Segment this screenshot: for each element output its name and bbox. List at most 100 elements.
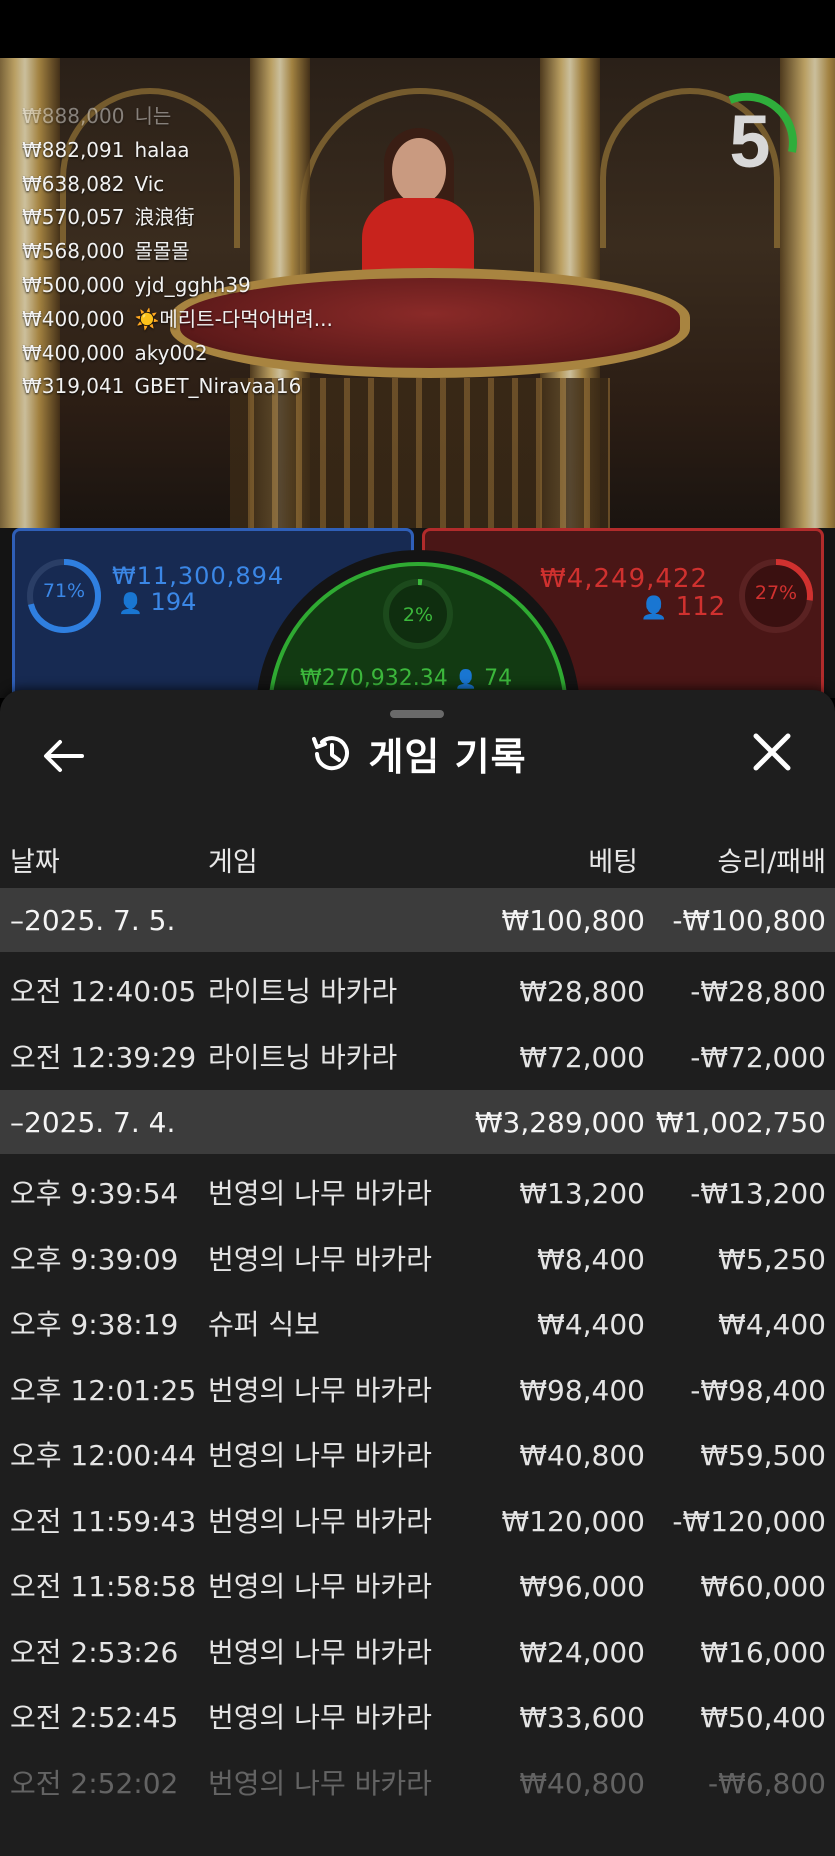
column-header-result: 승리/패배 [717, 847, 826, 878]
row-game: 라이트닝 바카라 [208, 1040, 398, 1074]
close-button[interactable] [750, 730, 794, 774]
row-game: 번영의 나무 바카라 [208, 1439, 432, 1472]
leaderboard-player-name: aky002 [134, 340, 208, 365]
row-result: ₩50,400 [700, 1701, 826, 1734]
row-game: 슈퍼 식보 [208, 1308, 320, 1341]
winners-leaderboard: ₩888,000 니는 ₩882,091 halaa ₩638,082 Vic ₩570,0… [22, 100, 382, 404]
row-time: 오전 2:53:26 [10, 1635, 179, 1669]
countdown-value: 5 [729, 100, 771, 183]
close-icon [753, 733, 791, 771]
bet-area: 71% ₩11,300,894 👤 194 27% ₩4,249,422 👤 1… [0, 528, 835, 862]
table-row[interactable]: 오후 9:38:19 슈퍼 식보 ₩4,400 ₩4,400 [0, 1292, 835, 1358]
group-result-total: -₩100,800 [672, 904, 826, 937]
row-bet: ₩24,000 [519, 1635, 645, 1669]
leaderboard-row: ₩500,000 yjd_gghh39 [22, 269, 382, 303]
group-date: –2025. 7. 5. [10, 904, 176, 937]
row-game: 번영의 나무 바카라 [208, 1701, 432, 1734]
row-time: 오후 12:01:25 [10, 1373, 197, 1407]
group-result-total: ₩1,002,750 [655, 1106, 826, 1139]
row-game: 번영의 나무 바카라 [208, 1570, 432, 1603]
dealer-face [392, 138, 446, 204]
table-row[interactable]: 오전 2:52:02 번영의 나무 바카라 ₩40,800 -₩6,800 [0, 1751, 835, 1817]
leaderboard-row: ₩638,082 Vic [22, 168, 382, 202]
leaderboard-amount: ₩882,091 [22, 137, 125, 162]
row-game: 번영의 나무 바카라 [208, 1177, 432, 1210]
row-game: 번영의 나무 바카라 [208, 1242, 432, 1276]
row-result: ₩16,000 [700, 1635, 826, 1669]
row-result: ₩59,500 [700, 1439, 826, 1472]
row-spacer [0, 952, 835, 959]
row-result: -₩28,800 [690, 975, 826, 1008]
row-result: ₩4,400 [718, 1308, 826, 1341]
group-bet-total: ₩100,800 [501, 904, 645, 937]
column-header-game: 게임 [208, 847, 258, 878]
row-game: 번영의 나무 바카라 [208, 1766, 432, 1800]
table-row[interactable]: 오전 12:39:29 라이트닝 바카라 ₩72,000 -₩72,000 [0, 1025, 835, 1091]
leaderboard-row: ₩568,000 몰몰몰 [22, 235, 382, 269]
row-result: -₩13,200 [690, 1177, 826, 1210]
history-icon [312, 735, 350, 770]
leaderboard-amount: ₩500,000 [22, 272, 125, 297]
row-time: 오후 9:38:19 [10, 1308, 179, 1341]
leaderboard-amount: ₩568,000 [22, 239, 125, 264]
row-result: ₩5,250 [718, 1242, 826, 1276]
table-row[interactable]: 오전 11:59:43 번영의 나무 바카라 ₩120,000 -₩120,000 [0, 1489, 835, 1555]
row-time: 오후 9:39:54 [10, 1177, 179, 1210]
row-game: 번영의 나무 바카라 [208, 1373, 432, 1407]
leaderboard-player-name: yjd_gghh39 [134, 272, 251, 297]
leaderboard-row: ₩882,091 halaa [22, 134, 382, 168]
column-header-date: 날짜 [10, 847, 60, 878]
leaderboard-amount: ₩319,041 [22, 374, 125, 399]
row-bet: ₩4,400 [537, 1308, 645, 1341]
row-bet: ₩72,000 [519, 1040, 645, 1074]
table-row[interactable]: 오전 2:53:26 번영의 나무 바카라 ₩24,000 ₩16,000 [0, 1620, 835, 1686]
history-table: –2025. 7. 5. ₩100,800 -₩100,800 오전 12:40:05… [0, 888, 835, 1816]
table-row[interactable]: 오후 9:39:09 번영의 나무 바카라 ₩8,400 ₩5,250 [0, 1227, 835, 1293]
row-result: -₩98,400 [690, 1373, 826, 1407]
leaderboard-player-name: GBET_Niravaa16 [134, 374, 302, 399]
row-bet: ₩98,400 [519, 1373, 645, 1407]
leaderboard-player-name: ☀️메리트-다먹어버려... [134, 306, 333, 331]
user-icon: 👤 [454, 669, 478, 690]
row-time: 오전 11:58:58 [10, 1570, 197, 1603]
row-time: 오전 12:39:29 [10, 1040, 197, 1074]
countdown-timer: 5 [700, 92, 800, 192]
row-time: 오전 2:52:02 [10, 1766, 179, 1800]
row-result: -₩72,000 [690, 1040, 826, 1074]
table-row[interactable]: 오후 9:39:54 번영의 나무 바카라 ₩13,200 -₩13,200 [0, 1161, 835, 1227]
leaderboard-row: ₩570,057 浪浪街 [22, 201, 382, 235]
row-result: ₩60,000 [700, 1570, 826, 1603]
row-result: -₩120,000 [672, 1504, 826, 1538]
row-time: 오후 9:39:09 [10, 1242, 179, 1276]
row-bet: ₩33,600 [519, 1701, 645, 1734]
sheet-drag-handle[interactable] [390, 710, 444, 718]
row-bet: ₩28,800 [519, 975, 645, 1008]
group-date: –2025. 7. 4. [10, 1106, 176, 1139]
row-time: 오전 12:40:05 [10, 975, 197, 1008]
game-history-sheet: 게임 기록 날짜 게임 베팅 승리/패배 –2025. 7. 5. ₩100,80… [0, 690, 835, 1856]
leaderboard-row: ₩319,041 GBET_Niravaa16 [22, 370, 382, 404]
status-bar [0, 0, 835, 58]
row-bet: ₩13,200 [519, 1177, 645, 1210]
leaderboard-amount: ₩400,000 [22, 306, 125, 331]
leaderboard-player-name: 몰몰몰 [134, 239, 190, 264]
user-icon: 👤 [118, 591, 143, 615]
date-group-row[interactable]: –2025. 7. 5. ₩100,800 -₩100,800 [0, 888, 835, 952]
row-bet: ₩120,000 [501, 1504, 645, 1538]
leaderboard-player-name: 浪浪街 [134, 205, 195, 230]
tie-amount-count: ₩270,932.34 👤 74 [300, 666, 513, 691]
row-game: 번영의 나무 바카라 [208, 1635, 432, 1669]
table-row[interactable]: 오후 12:00:44 번영의 나무 바카라 ₩40,800 ₩59,500 [0, 1423, 835, 1489]
row-time: 오전 2:52:45 [10, 1701, 179, 1734]
table-row[interactable]: 오전 12:40:05 라이트닝 바카라 ₩28,800 -₩28,800 [0, 959, 835, 1025]
row-game: 라이트닝 바카라 [208, 975, 398, 1008]
row-bet: ₩8,400 [537, 1242, 645, 1276]
date-group-row[interactable]: –2025. 7. 4. ₩3,289,000 ₩1,002,750 [0, 1090, 835, 1154]
table-row[interactable]: 오전 2:52:45 번영의 나무 바카라 ₩33,600 ₩50,400 [0, 1685, 835, 1751]
sheet-header: 게임 기록 [0, 726, 835, 786]
table-row[interactable]: 오후 12:01:25 번영의 나무 바카라 ₩98,400 -₩98,400 [0, 1358, 835, 1424]
group-bet-total: ₩3,289,000 [474, 1106, 645, 1139]
row-result: -₩6,800 [708, 1766, 826, 1800]
table-row[interactable]: 오전 11:58:58 번영의 나무 바카라 ₩96,000 ₩60,000 [0, 1554, 835, 1620]
banker-percent: 27% [754, 582, 798, 604]
